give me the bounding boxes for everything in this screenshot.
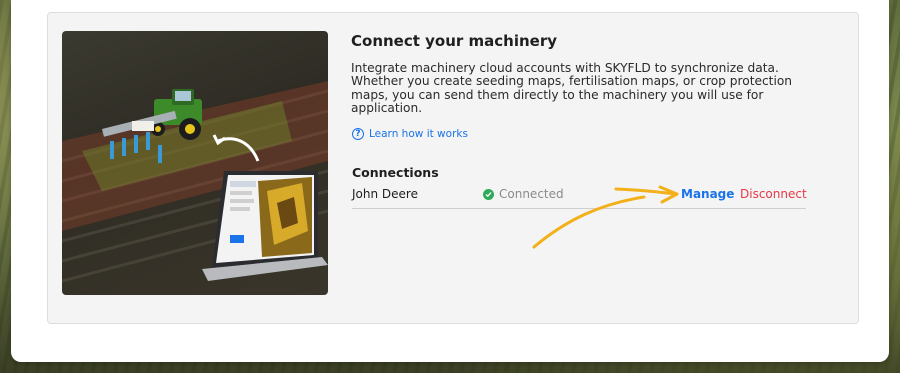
manage-button[interactable]: Manage — [681, 187, 734, 201]
machinery-connection-card: Connect your machinery Integrate machine… — [47, 12, 859, 324]
disconnect-button[interactable]: Disconnect — [740, 187, 807, 201]
learn-how-it-works-link[interactable]: ? Learn how it works — [352, 128, 468, 140]
question-circle-icon: ? — [352, 128, 364, 140]
connection-status: Connected — [483, 187, 564, 201]
connections-heading: Connections — [352, 165, 439, 180]
card-title: Connect your machinery — [351, 32, 558, 50]
learn-link-label: Learn how it works — [369, 128, 468, 140]
hero-illustration — [62, 31, 328, 295]
connection-row-john-deere: John Deere Connected Manage Disconnect — [352, 184, 807, 209]
card-description: Integrate machinery cloud accounts with … — [351, 61, 793, 116]
check-circle-icon — [483, 188, 494, 200]
provider-name: John Deere — [352, 187, 418, 201]
connection-status-label: Connected — [499, 187, 564, 201]
tractor-laptop-illustration — [62, 81, 328, 283]
settings-panel: Connect your machinery Integrate machine… — [11, 0, 889, 362]
